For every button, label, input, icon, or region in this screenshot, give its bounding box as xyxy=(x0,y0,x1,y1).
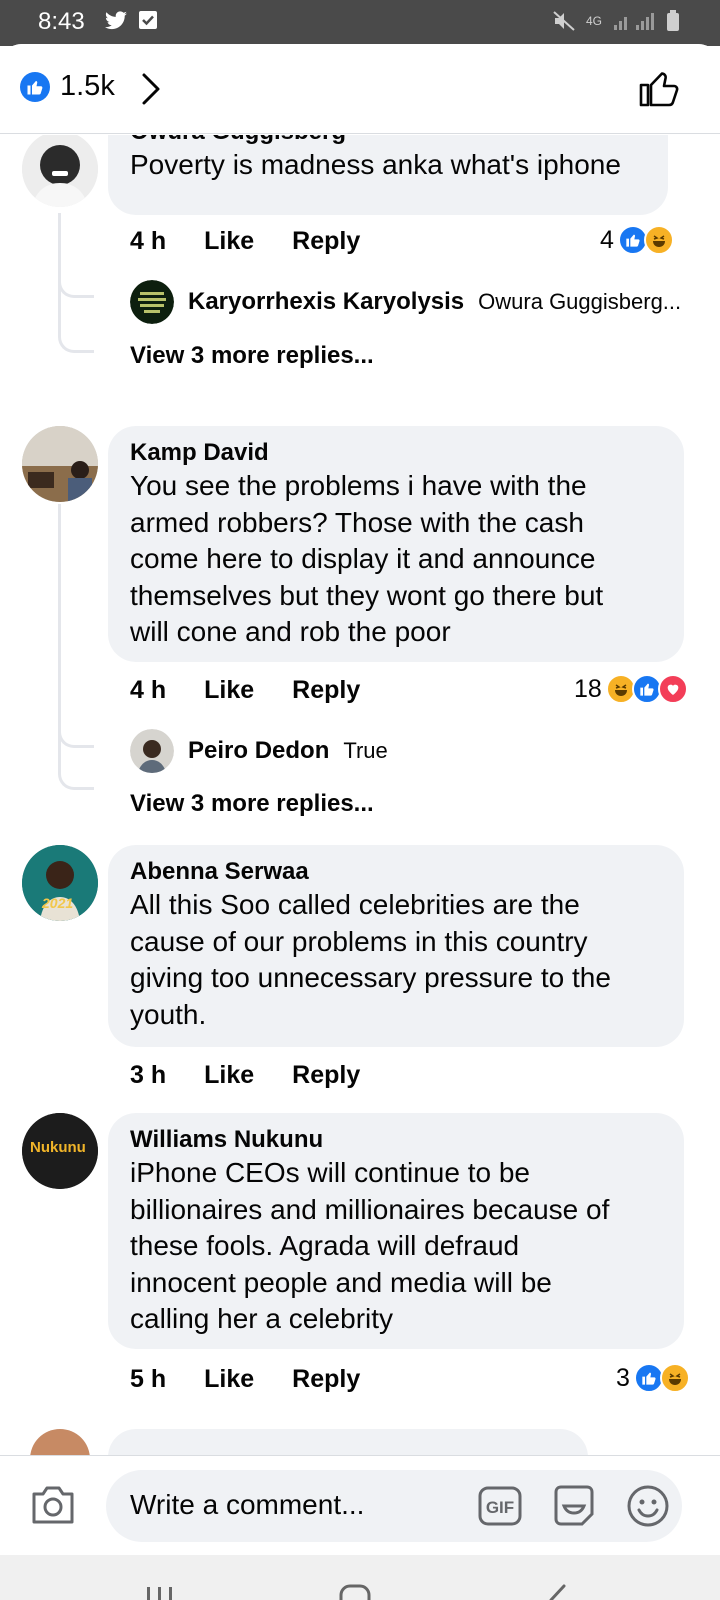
comment-text-line: billionaires and millionaires because of xyxy=(130,1193,610,1225)
reaction-count: 3 xyxy=(616,1363,630,1392)
like-reaction-icon xyxy=(20,71,50,102)
comment-bubble[interactable]: Abenna Serwaa All this Soo called celebr… xyxy=(108,845,684,1047)
reply-avatar[interactable] xyxy=(130,729,174,773)
signal-icon xyxy=(614,13,654,30)
comment-bubble[interactable]: Owura Guggisberg Poverty is madness anka… xyxy=(108,135,668,215)
like-link[interactable]: Like xyxy=(204,1061,254,1090)
comment-text-line: youth. xyxy=(130,998,207,1030)
comments-sheet: 1.5k Owura Guggisberg Poverty is madness… xyxy=(0,44,720,1600)
thread-connector xyxy=(58,213,94,353)
like-count-text: 1.5k xyxy=(60,70,115,102)
like-link[interactable]: Like xyxy=(204,1365,254,1394)
reply-author[interactable]: Karyorrhexis Karyolysis xyxy=(188,288,464,316)
comment-time: 4 h xyxy=(130,676,167,704)
reaction-summary[interactable]: 4 xyxy=(600,225,674,255)
comment-composer: Write a comment... GIF xyxy=(0,1455,720,1555)
comment-text-line: cause of our problems in this country xyxy=(130,925,588,957)
reply-link[interactable]: Reply xyxy=(292,227,360,256)
reply-text: True xyxy=(343,738,388,763)
comment-bubble[interactable]: Williams Nukunu iPhone CEOs will continu… xyxy=(108,1113,684,1349)
comment-author[interactable]: Abenna Serwaa xyxy=(130,857,662,887)
reaction-count: 18 xyxy=(574,674,602,703)
comment-actions: 5 h Like Reply xyxy=(130,1365,360,1394)
like-link[interactable]: Like xyxy=(204,227,254,256)
comment-time: 5 h xyxy=(130,1365,167,1393)
comment-bubble[interactable] xyxy=(108,1429,588,1455)
reaction-count: 4 xyxy=(600,225,614,254)
comment-text-line: come here to display it and announce xyxy=(130,543,596,574)
comment-bubble[interactable]: Kamp David You see the problems i have w… xyxy=(108,426,684,662)
reply-avatar[interactable] xyxy=(130,280,174,324)
svg-text:GIF: GIF xyxy=(486,1498,514,1517)
comment-time: 4 h xyxy=(130,227,167,255)
back-icon[interactable] xyxy=(546,1583,570,1600)
comment-actions: 3 h Like Reply xyxy=(130,1061,360,1090)
battery-icon xyxy=(667,10,679,31)
comment-placeholder: Write a comment... xyxy=(130,1489,365,1520)
avatar-logo-text: Nukunu xyxy=(30,1139,86,1156)
twitter-icon xyxy=(105,11,127,30)
reply-text: Owura Guggisberg... xyxy=(478,289,682,314)
reply-link[interactable]: Reply xyxy=(292,1365,360,1394)
comment-text: Poverty is madness anka what's iphone xyxy=(130,149,621,180)
comment-text-line: calling her a celebrity xyxy=(130,1303,394,1334)
status-time: 8:43 xyxy=(38,8,85,35)
like-link[interactable]: Like xyxy=(204,676,254,705)
system-navigation-bar xyxy=(0,1555,720,1600)
comment-text-line: iPhone CEOs will continue to be xyxy=(130,1157,530,1188)
reply-author[interactable]: Peiro Dedon xyxy=(188,737,329,765)
comment-text-line: armed robbers? Those with the cash xyxy=(130,506,584,538)
chevron-right-icon[interactable] xyxy=(140,72,162,106)
like-summary[interactable]: 1.5k xyxy=(20,70,115,103)
comment-text-line: giving too unnecessary pressure to the xyxy=(130,962,611,993)
reactions-header: 1.5k xyxy=(0,44,720,134)
avatar[interactable] xyxy=(30,1429,90,1455)
reaction-summary[interactable]: 18 xyxy=(574,674,688,704)
reply-link[interactable]: Reply xyxy=(292,1061,360,1090)
comment-text-line: All this Soo called celebrities are the xyxy=(130,889,580,920)
camera-icon[interactable] xyxy=(30,1484,76,1526)
status-left-icons xyxy=(104,10,158,32)
checkbox-notification-icon xyxy=(139,11,157,29)
love-reaction-icon xyxy=(657,674,688,704)
comment-author[interactable]: Williams Nukunu xyxy=(130,1125,662,1155)
comment-text-line: themselves but they wont go there but xyxy=(130,579,604,611)
network-type: 4G xyxy=(585,14,602,28)
view-more-replies-link[interactable]: View 3 more replies... xyxy=(130,790,374,818)
comment-author[interactable]: Owura Guggisberg xyxy=(130,135,646,147)
comment-text-line: You see the problems i have with the xyxy=(130,470,587,501)
avatar[interactable]: Nukunu xyxy=(22,1113,98,1189)
haha-reaction-icon xyxy=(643,225,674,255)
like-button-icon[interactable] xyxy=(638,68,680,108)
avatar[interactable] xyxy=(22,426,98,502)
recent-apps-icon[interactable] xyxy=(144,1585,176,1600)
emoji-icon[interactable] xyxy=(626,1484,670,1528)
comment-text-line: innocent people and media will be xyxy=(130,1266,552,1298)
avatar-caption: 2021 xyxy=(42,895,74,911)
gif-icon[interactable]: GIF xyxy=(478,1486,522,1526)
comment-actions: 4 h Like Reply xyxy=(130,676,360,705)
reply-preview[interactable]: Peiro Dedon True xyxy=(130,729,388,773)
reaction-summary[interactable]: 3 xyxy=(616,1363,690,1393)
comment-input[interactable]: Write a comment... GIF xyxy=(106,1470,682,1542)
view-more-replies-link[interactable]: View 3 more replies... xyxy=(130,342,374,370)
home-icon[interactable] xyxy=(338,1583,372,1600)
comment-text-line: these fools. Agrada will defraud xyxy=(130,1230,520,1261)
reply-preview[interactable]: Karyorrhexis Karyolysis Owura Guggisberg… xyxy=(130,280,681,324)
reply-link[interactable]: Reply xyxy=(292,676,360,705)
comment-text-line: will cone and rob the poor xyxy=(130,616,451,647)
mute-icon xyxy=(553,11,575,31)
thread-connector xyxy=(58,504,94,790)
status-bar: 8:43 4G xyxy=(0,0,720,46)
sticker-icon[interactable] xyxy=(552,1484,596,1528)
avatar[interactable] xyxy=(22,135,98,207)
comment-time: 3 h xyxy=(130,1061,167,1089)
comment-actions: 4 h Like Reply xyxy=(130,227,360,256)
comment-author[interactable]: Kamp David xyxy=(130,438,662,468)
haha-reaction-icon xyxy=(659,1363,690,1393)
status-right-icons: 4G xyxy=(552,10,680,32)
avatar[interactable]: 2021 xyxy=(22,845,98,921)
comments-feed[interactable]: Owura Guggisberg Poverty is madness anka… xyxy=(0,135,720,1455)
